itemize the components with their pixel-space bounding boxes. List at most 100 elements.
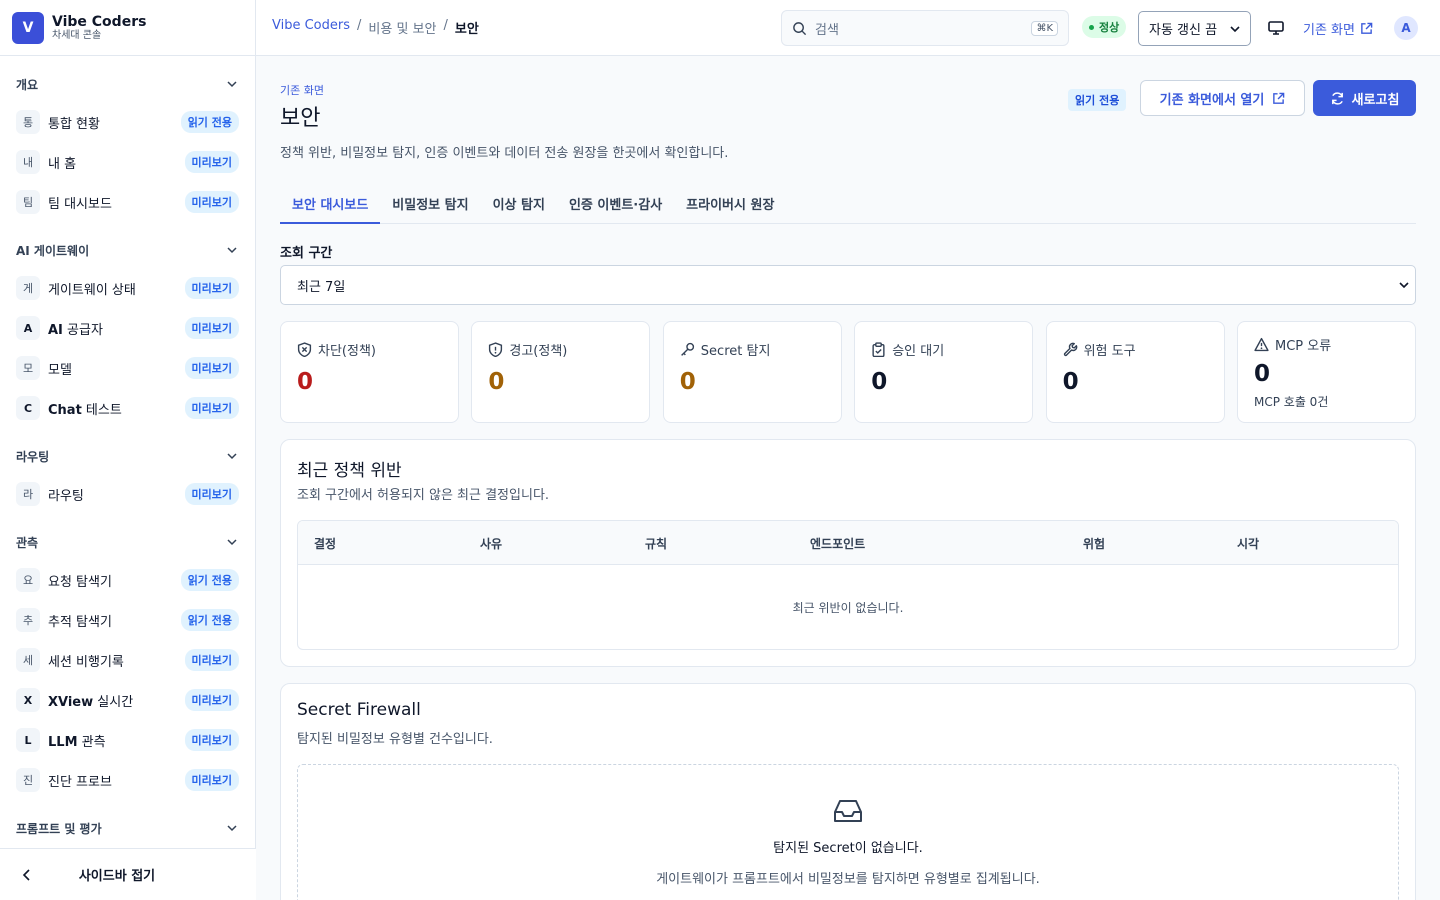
stat-label: Secret 탐지 [700,344,771,359]
shield-x-icon [297,342,312,357]
sidebar-item-badge: 미리보기 [184,151,239,173]
main-content: 기존 화면 보안 정책 위반, 비밀정보 탐지, 인증 이벤트와 데이터 전송 … [256,56,1440,900]
page-title: 보안 [280,106,321,131]
column-header: 사유 [480,537,503,551]
sidebar-item[interactable]: 팀 팀 대시보드 미리보기 [8,182,239,222]
sidebar-item-badge: 미리보기 [184,729,239,751]
sidebar-item[interactable]: 추 추적 탐색기 읽기 전용 [8,600,239,640]
sidebar-item[interactable]: 게 게이트웨이 상태 미리보기 [8,268,239,308]
stat-label: 위험 도구 [1083,344,1136,359]
table-header: 결정 사유 규칙 엔드포인트 위험 시각 [298,521,1398,565]
sidebar-item[interactable]: 요 요청 탐색기 읽기 전용 [8,560,239,600]
status-dot-icon [1089,24,1094,30]
sidebar-item-label-rest: 관측 [77,734,106,750]
stat-card: Secret 탐지 0 [662,321,842,423]
inbox-icon [834,800,862,822]
refresh-button[interactable]: 새로고침 [1313,80,1416,116]
stat-label: 경고(정책) [509,344,568,359]
chevron-down-icon [227,539,237,546]
violations-empty: 최근 위반이 없습니다. [792,601,904,615]
sidebar: V Vibe Coders 차세대 콘솔 개요 통 통합 현황 읽기 전용 내 내 홈 미리… [0,0,256,900]
sidebar-section-title: 개요 [16,77,39,92]
column-header: 위험 [1083,537,1106,551]
brand[interactable]: V Vibe Coders 차세대 콘솔 [0,0,255,56]
refresh-icon [1331,91,1343,105]
sidebar-item-label-strong: AI [48,322,63,338]
sidebar-item[interactable]: 모 모델 미리보기 [8,348,239,388]
column-header: 규칙 [645,537,668,551]
sidebar-item-label: AI 공급자 [48,319,185,338]
sidebar-section-title: 라우팅 [16,449,50,464]
tab-3[interactable]: 이상 탐지 [481,186,557,224]
sidebar-item-label: 라우팅 [48,488,84,504]
auto-refresh-select[interactable]: 자동 갱신 끔 [1138,11,1251,46]
sidebar-section-header[interactable]: 라우팅 [0,438,255,474]
sidebar-item[interactable]: 세 세션 비행기록 미리보기 [8,640,239,680]
column-header: 시각 [1237,537,1260,551]
sidebar-item-label-rest: 테스트 [81,402,122,418]
tab-4[interactable]: 인증 이벤트·감사 [557,186,674,224]
sidebar-section-header[interactable]: 개요 [0,66,255,102]
range-select[interactable]: 최근 7일 [280,265,1416,305]
stat-label: MCP 오류 [1275,339,1332,354]
sidebar-item-label: 내 홈 [48,156,77,172]
tab-5[interactable]: 프라이버시 원장 [674,186,786,224]
sidebar-item-initial: 통 [16,110,40,134]
chevron-down-icon [1230,25,1240,32]
tab-2[interactable]: 비밀정보 탐지 [380,186,480,224]
firewall-empty-state: 탐지된 Secret이 없습니다. 게이트웨이가 프롬프트에서 비밀정보를 탐지… [297,764,1399,900]
monitor-icon[interactable] [1267,19,1285,37]
sidebar-section-title: 관측 [16,535,39,550]
sidebar-item-label: 모델 [48,362,72,378]
sidebar-item[interactable]: 통 통합 현황 읽기 전용 [8,102,239,142]
breadcrumb-home[interactable]: Vibe Coders [272,18,350,37]
breadcrumb-current: 보안 [454,22,479,37]
sidebar-section-header[interactable]: 관측 [0,524,255,560]
search-input[interactable]: 검색 ⌘K [781,10,1069,46]
sidebar-item-label: 요청 탐색기 [48,574,112,590]
sidebar-item-initial: 모 [16,356,40,380]
search-icon [793,21,807,35]
sidebar-section-title: 프롬프트 및 평가 [16,821,102,836]
sidebar-item[interactable]: 진 진단 프로브 미리보기 [8,760,239,800]
sidebar-item[interactable]: L LLM 관측 미리보기 [8,720,239,760]
status-label: 정상 [1099,21,1120,34]
violations-title: 최근 정책 위반 [297,461,402,481]
external-link-icon [1361,22,1373,34]
auto-refresh-value: 자동 갱신 끔 [1149,23,1218,38]
page-description: 정책 위반, 비밀정보 탐지, 인증 이벤트와 데이터 전송 원장을 한곳에서 … [280,146,729,161]
shield-alert-icon [489,342,503,357]
sidebar-section-header[interactable]: AI 게이트웨이 [0,232,255,268]
open-legacy-button[interactable]: 기존 화면에서 열기 [1140,80,1305,116]
stat-value: 0 [679,369,696,395]
sidebar-nav: 개요 통 통합 현황 읽기 전용 내 내 홈 미리보기 팀 팀 대시보드 미리보기 AI 게이트웨이… [0,56,255,848]
sidebar-item-badge: 미리보기 [184,397,239,419]
avatar[interactable]: A [1394,16,1418,40]
brand-logo: V [12,11,44,44]
collapse-sidebar-button[interactable]: 사이드바 접기 [0,848,256,900]
legacy-screen-label: 기존 화면 [1303,23,1355,38]
violations-description: 조회 구간에서 허용되지 않은 최근 결정입니다. [297,488,550,503]
topbar: Vibe Coders / 비용 및 보안 / 보안 검색 ⌘K 정상 자동 갱… [256,0,1440,56]
breadcrumb: Vibe Coders / 비용 및 보안 / 보안 [272,18,479,37]
sidebar-item[interactable]: A AI 공급자 미리보기 [8,308,239,348]
sidebar-item-initial: 추 [16,608,40,632]
legacy-screen-link[interactable]: 기존 화면 [1303,19,1373,38]
breadcrumb-separator: / [443,18,448,33]
sidebar-item-label-strong: Chat [48,402,82,418]
chevron-down-icon [227,453,237,460]
tab-1[interactable]: 보안 대시보드 [280,186,381,224]
sidebar-item[interactable]: 라 라우팅 미리보기 [8,474,239,514]
sidebar-item-label: 통합 현황 [48,116,100,132]
stat-card: MCP 오류 0 MCP 호출 0건 [1237,321,1416,423]
refresh-label: 새로고침 [1351,92,1400,108]
sidebar-item[interactable]: X XView 실시간 미리보기 [8,680,239,720]
sidebar-section-header[interactable]: 프롬프트 및 평가 [0,810,255,846]
chevron-down-icon [227,825,237,832]
sidebar-item-badge: 읽기 전용 [180,111,239,133]
sidebar-item-initial: A [16,316,40,340]
sidebar-item[interactable]: 내 내 홈 미리보기 [8,142,239,182]
sidebar-item-badge: 미리보기 [184,277,239,299]
sidebar-item[interactable]: C Chat 테스트 미리보기 [8,388,239,428]
breadcrumb-section[interactable]: 비용 및 보안 [368,18,436,37]
